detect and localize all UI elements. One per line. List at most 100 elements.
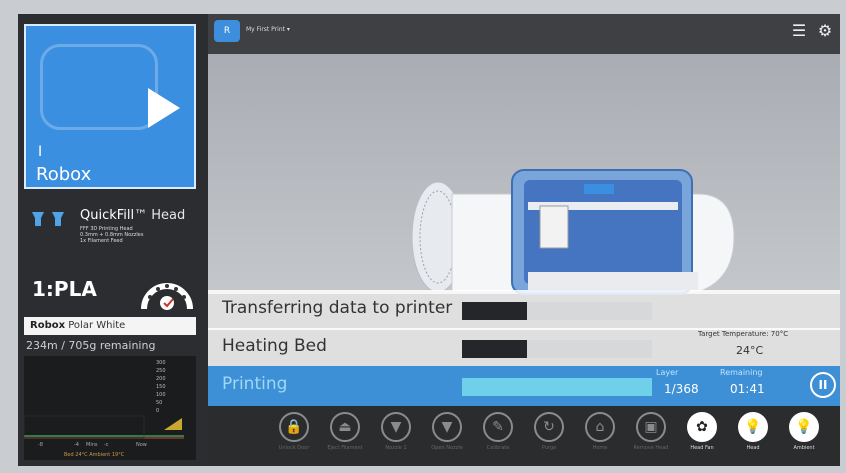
nozzle-icon: ▼ [381,412,411,442]
x-tick: Mins [86,442,98,448]
heating-progress-bar [462,340,652,358]
top-icons: ☰ ⚙ [790,22,834,40]
transfer-row: Transferring data to printer [208,290,840,330]
printer-name: Robox [36,164,92,185]
print-progress-bar [462,378,652,396]
toolbar-button-label: Open Nozzle [431,445,463,451]
home-icon: ⌂ [585,412,615,442]
bed-temperature: 24°C [736,344,764,357]
calibrate-icon: ✎ [483,412,513,442]
y-tick: 200 [156,376,166,382]
filament-remaining: 234m / 705g remaining [26,339,156,352]
y-tick: 300 [156,360,166,366]
y-tick: 50 [156,400,163,406]
head-line-3: 1x Filament Feed [80,238,123,244]
transfer-progress-bar [462,302,652,320]
head-brand: QuickFill [80,208,135,223]
toolbar-button-label: Head Fan [690,445,714,451]
printer-tile[interactable]: I Robox [24,24,196,189]
toolbar-button-label: Home [592,445,608,451]
toolbar-button[interactable]: ▣ Remove Head [629,412,673,462]
toolbar-button-label: Nozzle 1 [385,445,407,451]
toolbar-button-label: Unlock Door [278,445,310,451]
target-temperature: Target Temperature: 70°C [698,330,789,338]
toolbar-button[interactable]: ▼ Open Nozzle [425,412,469,462]
project-name: My First Print [246,26,285,33]
transfer-progress-fill [462,302,527,320]
toolbar-button-label: Eject Filament [327,445,363,451]
head-light-icon: 💡 [738,412,768,442]
layer-value: 1/368 [664,382,699,396]
project-selector[interactable]: My First Print ▾ [246,26,290,33]
toolbar-button[interactable]: ⌂ Home [578,412,622,462]
remaining-label: Remaining [720,368,763,377]
graph-status: Bed 24°C Ambient 19°C [64,452,125,458]
head-tm: ™ [134,208,148,223]
toolbar-button[interactable]: ✿ Head Fan [680,412,724,462]
y-tick: 100 [156,392,166,398]
filament-brand: Robox [30,320,66,331]
printing-row: Printing Layer 1/368 Remaining 01:41 II [208,366,840,406]
head-details: FFF 3D Printing Head 0.3mm + 0.8mm Nozzl… [80,226,143,244]
x-tick: -8 [38,442,43,448]
left-sidebar: I Robox QuickFill™ Head FFF 3D Printing … [18,14,208,466]
layer-label: Layer [656,368,679,377]
toolbar-button-label: Remove Head [633,445,669,451]
filament-panel[interactable]: 1:PLA Robox Polar White 234m / 705g rema… [24,269,196,352]
toolbar-button[interactable]: ⏏ Eject Filament [323,412,367,462]
remove-head-icon: ▣ [636,412,666,442]
filament-color-name: Polar White [68,320,126,331]
head-suffix: Head [151,208,186,223]
heating-progress-fill [462,340,527,358]
toolbar-button-label: Head [746,445,760,451]
printer-silhouette-icon [40,44,158,130]
bottom-toolbar: 🔒 Unlock Door ⏏ Eject Filament ▼ Nozzle 1 ▼ Ope… [208,406,840,466]
lock-icon: 🔒 [279,412,309,442]
transfer-label: Transferring data to printer [222,298,453,318]
x-tick: Now [136,442,147,448]
heating-label: Heating Bed [222,336,327,356]
monitor-bezel: I Robox QuickFill™ Head FFF 3D Printing … [0,0,846,473]
y-tick: 150 [156,384,166,390]
fan-icon: ✿ [687,412,717,442]
x-tick: -c [104,442,109,448]
eject-icon: ⏏ [330,412,360,442]
toolbar-button[interactable]: 💡 Head [731,412,775,462]
toolbar-button[interactable]: ↻ Purge [527,412,571,462]
nozzle-head-icon [32,212,64,226]
main-panel: R My First Print ▾ ☰ ⚙ Transferring data [208,14,840,466]
robox-logo[interactable]: R [214,20,240,42]
toolbar-button[interactable]: 🔒 Unlock Door [272,412,316,462]
toolbar-button-label: Purge [541,445,557,451]
y-tick: 250 [156,368,166,374]
toolbar-button-label: Calibrate [486,445,510,451]
gear-icon[interactable]: ⚙ [816,22,834,40]
remaining-value: 01:41 [730,382,765,396]
filament-title: 1:PLA [32,277,97,301]
filament-reel-icon [141,283,193,310]
temperature-graph: 300 250 200 150 100 50 0 -8 -4 Mins -c N… [24,356,196,460]
print-progress-fill [462,378,652,396]
toolbar-button[interactable]: ▼ Nozzle 1 [374,412,418,462]
top-bar: R My First Print ▾ ☰ ⚙ [208,14,840,54]
toolbar-button[interactable]: 💡 Ambient [782,412,826,462]
ambient-light-icon: 💡 [789,412,819,442]
printer-cursor: I [38,144,43,160]
pause-button[interactable]: II [810,372,836,398]
printing-label: Printing [222,374,288,394]
filament-material-bar: Robox Polar White [24,317,196,335]
open-nozzle-icon: ▼ [432,412,462,442]
app-screen: I Robox QuickFill™ Head FFF 3D Printing … [18,14,840,466]
chevron-down-icon: ▾ [286,26,290,33]
graph-plot [24,415,184,439]
x-tick: -4 [74,442,79,448]
purge-icon: ↻ [534,412,564,442]
toolbar-button[interactable]: ✎ Calibrate [476,412,520,462]
printer-3d-view [208,54,840,295]
toolbar-button-label: Ambient [793,445,815,451]
y-tick: 0 [156,408,160,414]
head-panel[interactable]: QuickFill™ Head FFF 3D Printing Head 0.3… [24,196,196,266]
printer-status-icon[interactable]: ☰ [790,22,808,40]
head-title: QuickFill™ Head [80,208,185,223]
play-icon[interactable] [148,88,180,128]
